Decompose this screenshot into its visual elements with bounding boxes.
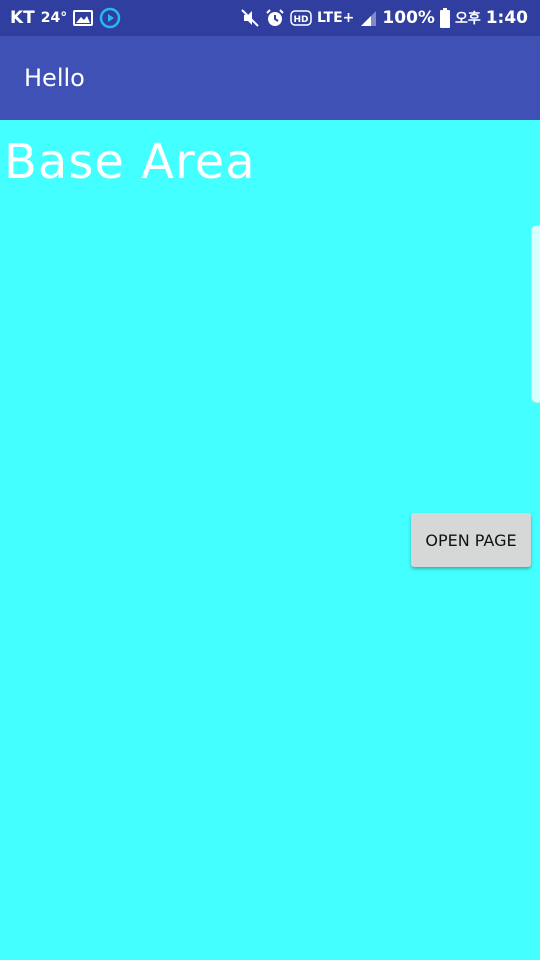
image-icon: [73, 9, 94, 27]
base-area-label: Base Area: [4, 134, 256, 190]
status-bar: KT 24° HD LTE+ 100% 오후 1:40: [0, 0, 540, 36]
carrier-label: KT: [10, 8, 35, 28]
side-panel-handle[interactable]: [531, 225, 540, 403]
alarm-icon: [265, 8, 285, 28]
app-title: Hello: [24, 64, 85, 92]
ampm-label: 오후: [454, 11, 481, 27]
clock-time: 1:40: [485, 8, 528, 28]
hd-icon: HD: [290, 10, 312, 26]
battery-icon: [439, 8, 450, 28]
status-right: HD LTE+ 100% 오후 1:40: [240, 8, 528, 28]
status-left: KT 24°: [10, 7, 121, 29]
play-circle-icon: [99, 7, 121, 29]
app-bar: Hello: [0, 36, 540, 120]
base-area: Base Area OPEN PAGE: [0, 120, 540, 960]
battery-percent: 100%: [382, 8, 435, 28]
signal-icon: [359, 9, 377, 27]
open-page-button[interactable]: OPEN PAGE: [411, 513, 531, 567]
temperature-label: 24°: [40, 10, 68, 26]
network-label: LTE+: [316, 10, 355, 26]
svg-text:HD: HD: [293, 15, 308, 25]
mute-icon: [240, 8, 260, 28]
